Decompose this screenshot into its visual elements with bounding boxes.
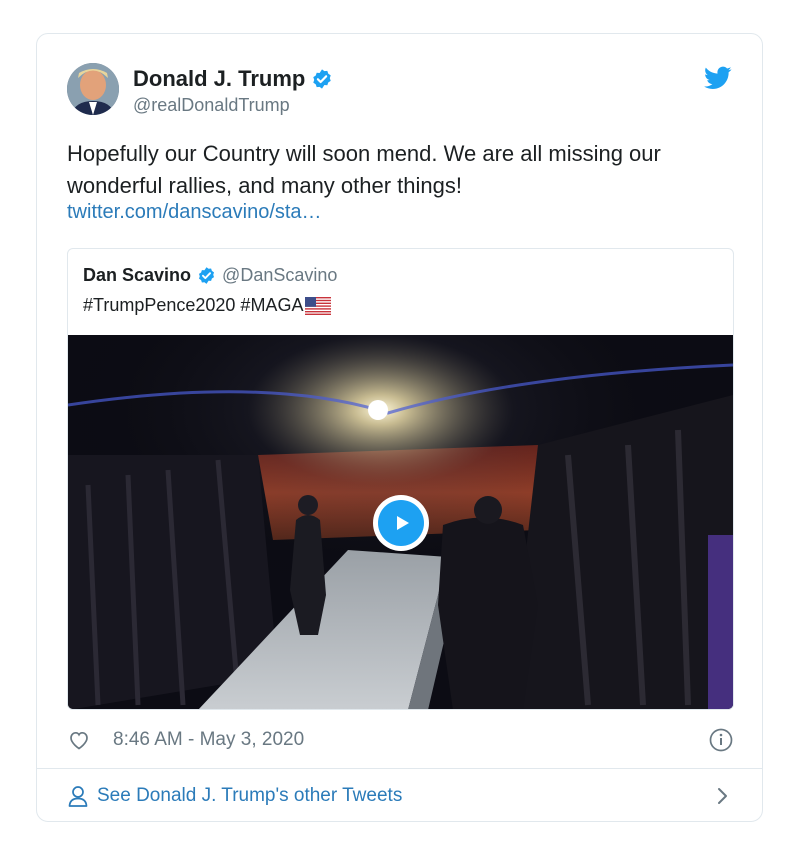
info-icon[interactable] (708, 727, 734, 753)
heart-icon[interactable] (67, 728, 91, 752)
quoted-author-handle[interactable]: @DanScavino (222, 265, 337, 286)
tweet-timestamp[interactable]: 8:46 AM - May 3, 2020 (113, 729, 304, 751)
quoted-tweet[interactable]: Dan Scavino @DanScavino #TrumpPence2020 … (67, 248, 734, 710)
play-button[interactable] (373, 495, 429, 551)
chevron-right-icon[interactable] (712, 784, 732, 808)
quoted-tweet-text: #TrumpPence2020 #MAGA (83, 295, 304, 315)
author-avatar[interactable] (67, 63, 119, 115)
author-handle[interactable]: @realDonaldTrump (133, 95, 290, 116)
video-thumbnail[interactable] (68, 335, 733, 709)
quoted-author-name[interactable]: Dan Scavino (83, 265, 191, 286)
verified-badge-icon (199, 267, 215, 284)
us-flag-icon (305, 296, 332, 315)
verified-badge-icon (313, 69, 332, 89)
tweet-meta-row: 8:46 AM - May 3, 2020 (67, 727, 734, 753)
author-name[interactable]: Donald J. Trump (133, 66, 305, 92)
play-icon (397, 516, 409, 530)
quoted-tweet-text-row: #TrumpPence2020 #MAGA (83, 295, 332, 316)
tweet-text: Hopefully our Country will soon mend. We… (67, 141, 661, 198)
divider (37, 768, 762, 769)
other-tweets-link[interactable]: See Donald J. Trump's other Tweets (67, 782, 734, 810)
other-tweets-label[interactable]: See Donald J. Trump's other Tweets (97, 785, 402, 807)
quoted-tweet-header: Dan Scavino @DanScavino (83, 265, 337, 286)
embedded-tweet-card: Donald J. Trump @realDonaldTrump Hopeful… (36, 33, 763, 822)
twitter-bird-icon[interactable] (704, 64, 732, 92)
person-icon (68, 786, 88, 807)
author-name-row[interactable]: Donald J. Trump (133, 66, 333, 92)
tweet-link[interactable]: twitter.com/danscavino/sta… (67, 201, 322, 224)
play-icon-circle (378, 500, 424, 546)
